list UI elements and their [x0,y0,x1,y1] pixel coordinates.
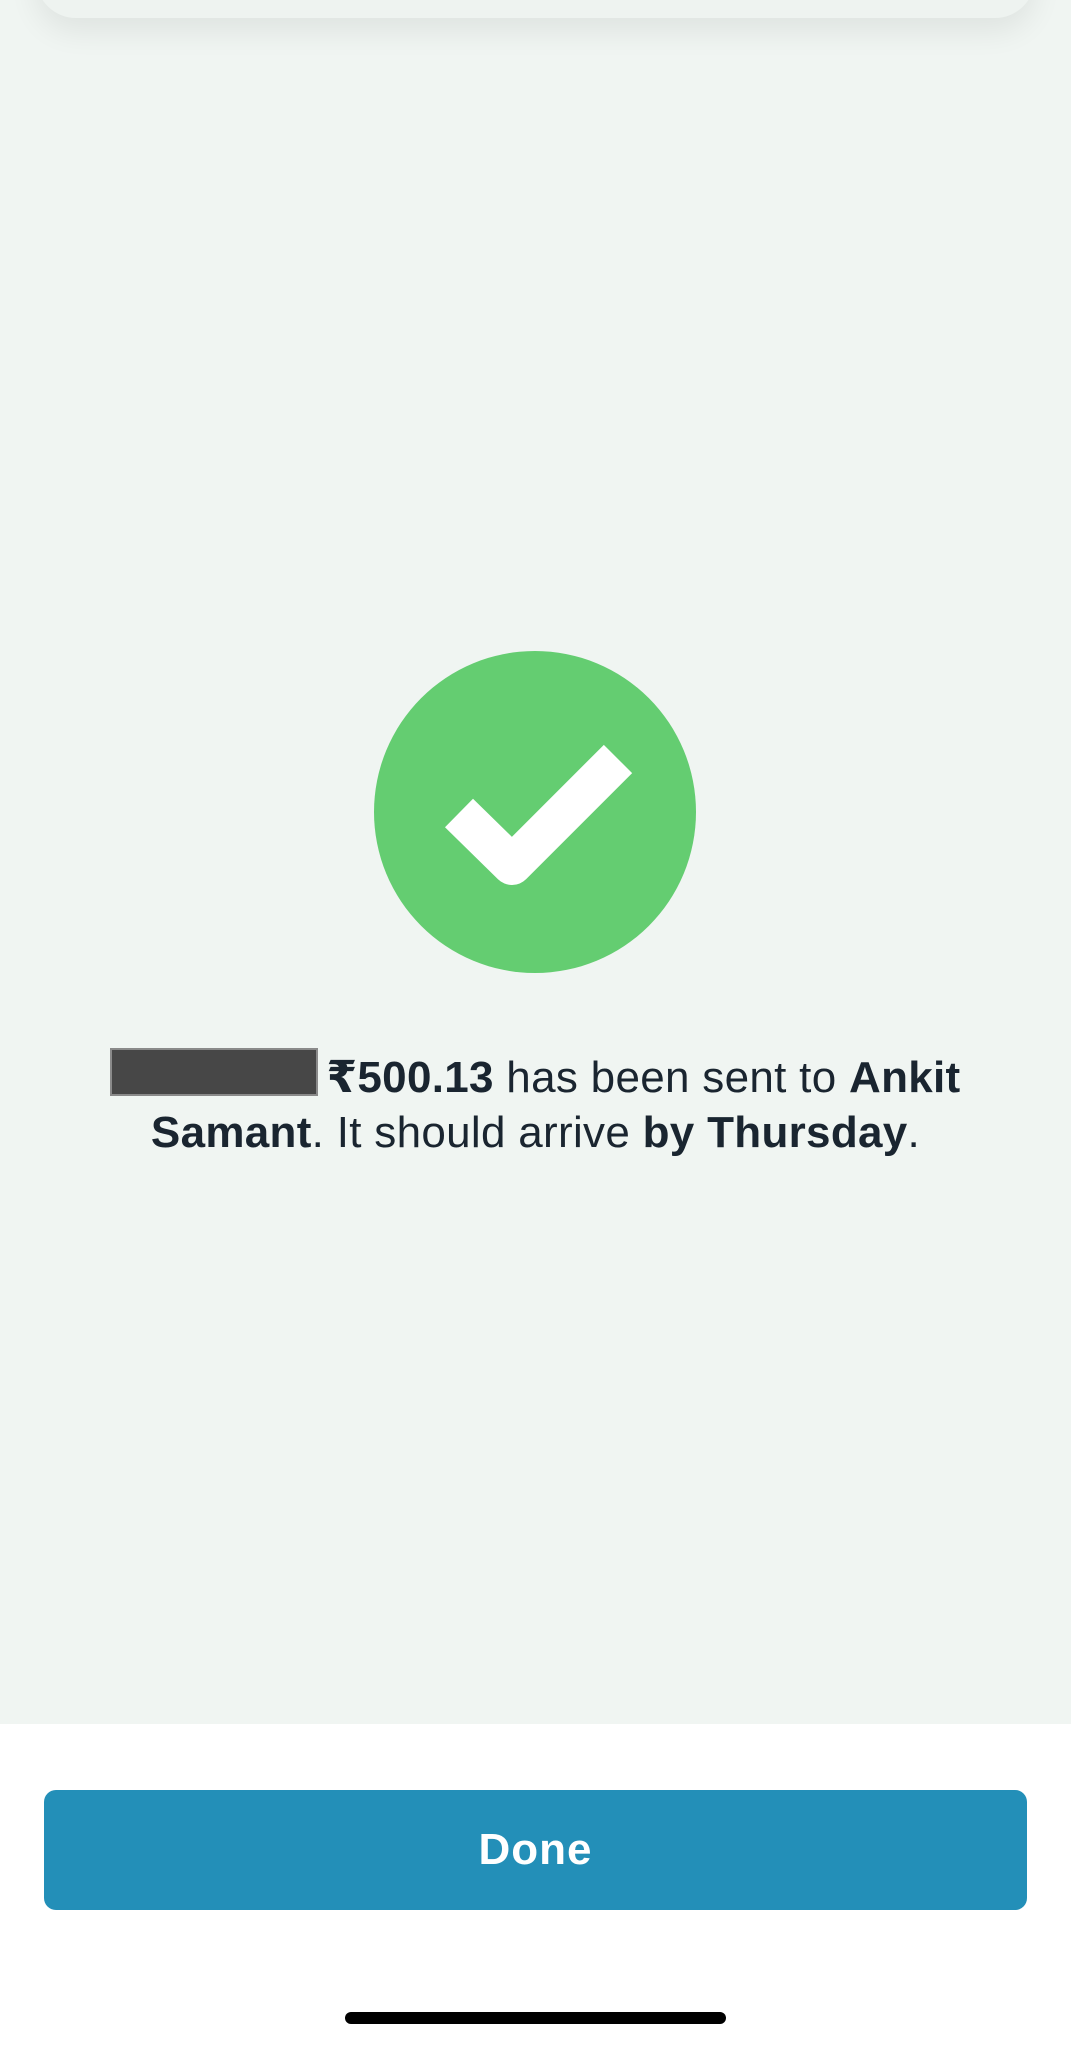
amount: ₹500.13 [326,1053,494,1102]
confirmation-message: ₹500.13 has been sent to Ankit Samant. I… [60,1048,1011,1160]
redacted-block [110,1048,319,1096]
checkmark-circle-icon [374,651,696,973]
arrival-day: by Thursday [642,1108,908,1157]
message-text-arrive: . It should arrive [311,1108,643,1157]
confirmation-area: ₹500.13 has been sent to Ankit Samant. I… [0,0,1071,1724]
previous-sheet-edge [36,0,1035,18]
checkmark-icon [444,744,633,885]
message-text-end: . [907,1108,921,1157]
home-indicator[interactable] [345,2012,726,2024]
message-text-sent-to: has been sent to [493,1053,849,1102]
done-button[interactable]: Done [44,1790,1027,1910]
